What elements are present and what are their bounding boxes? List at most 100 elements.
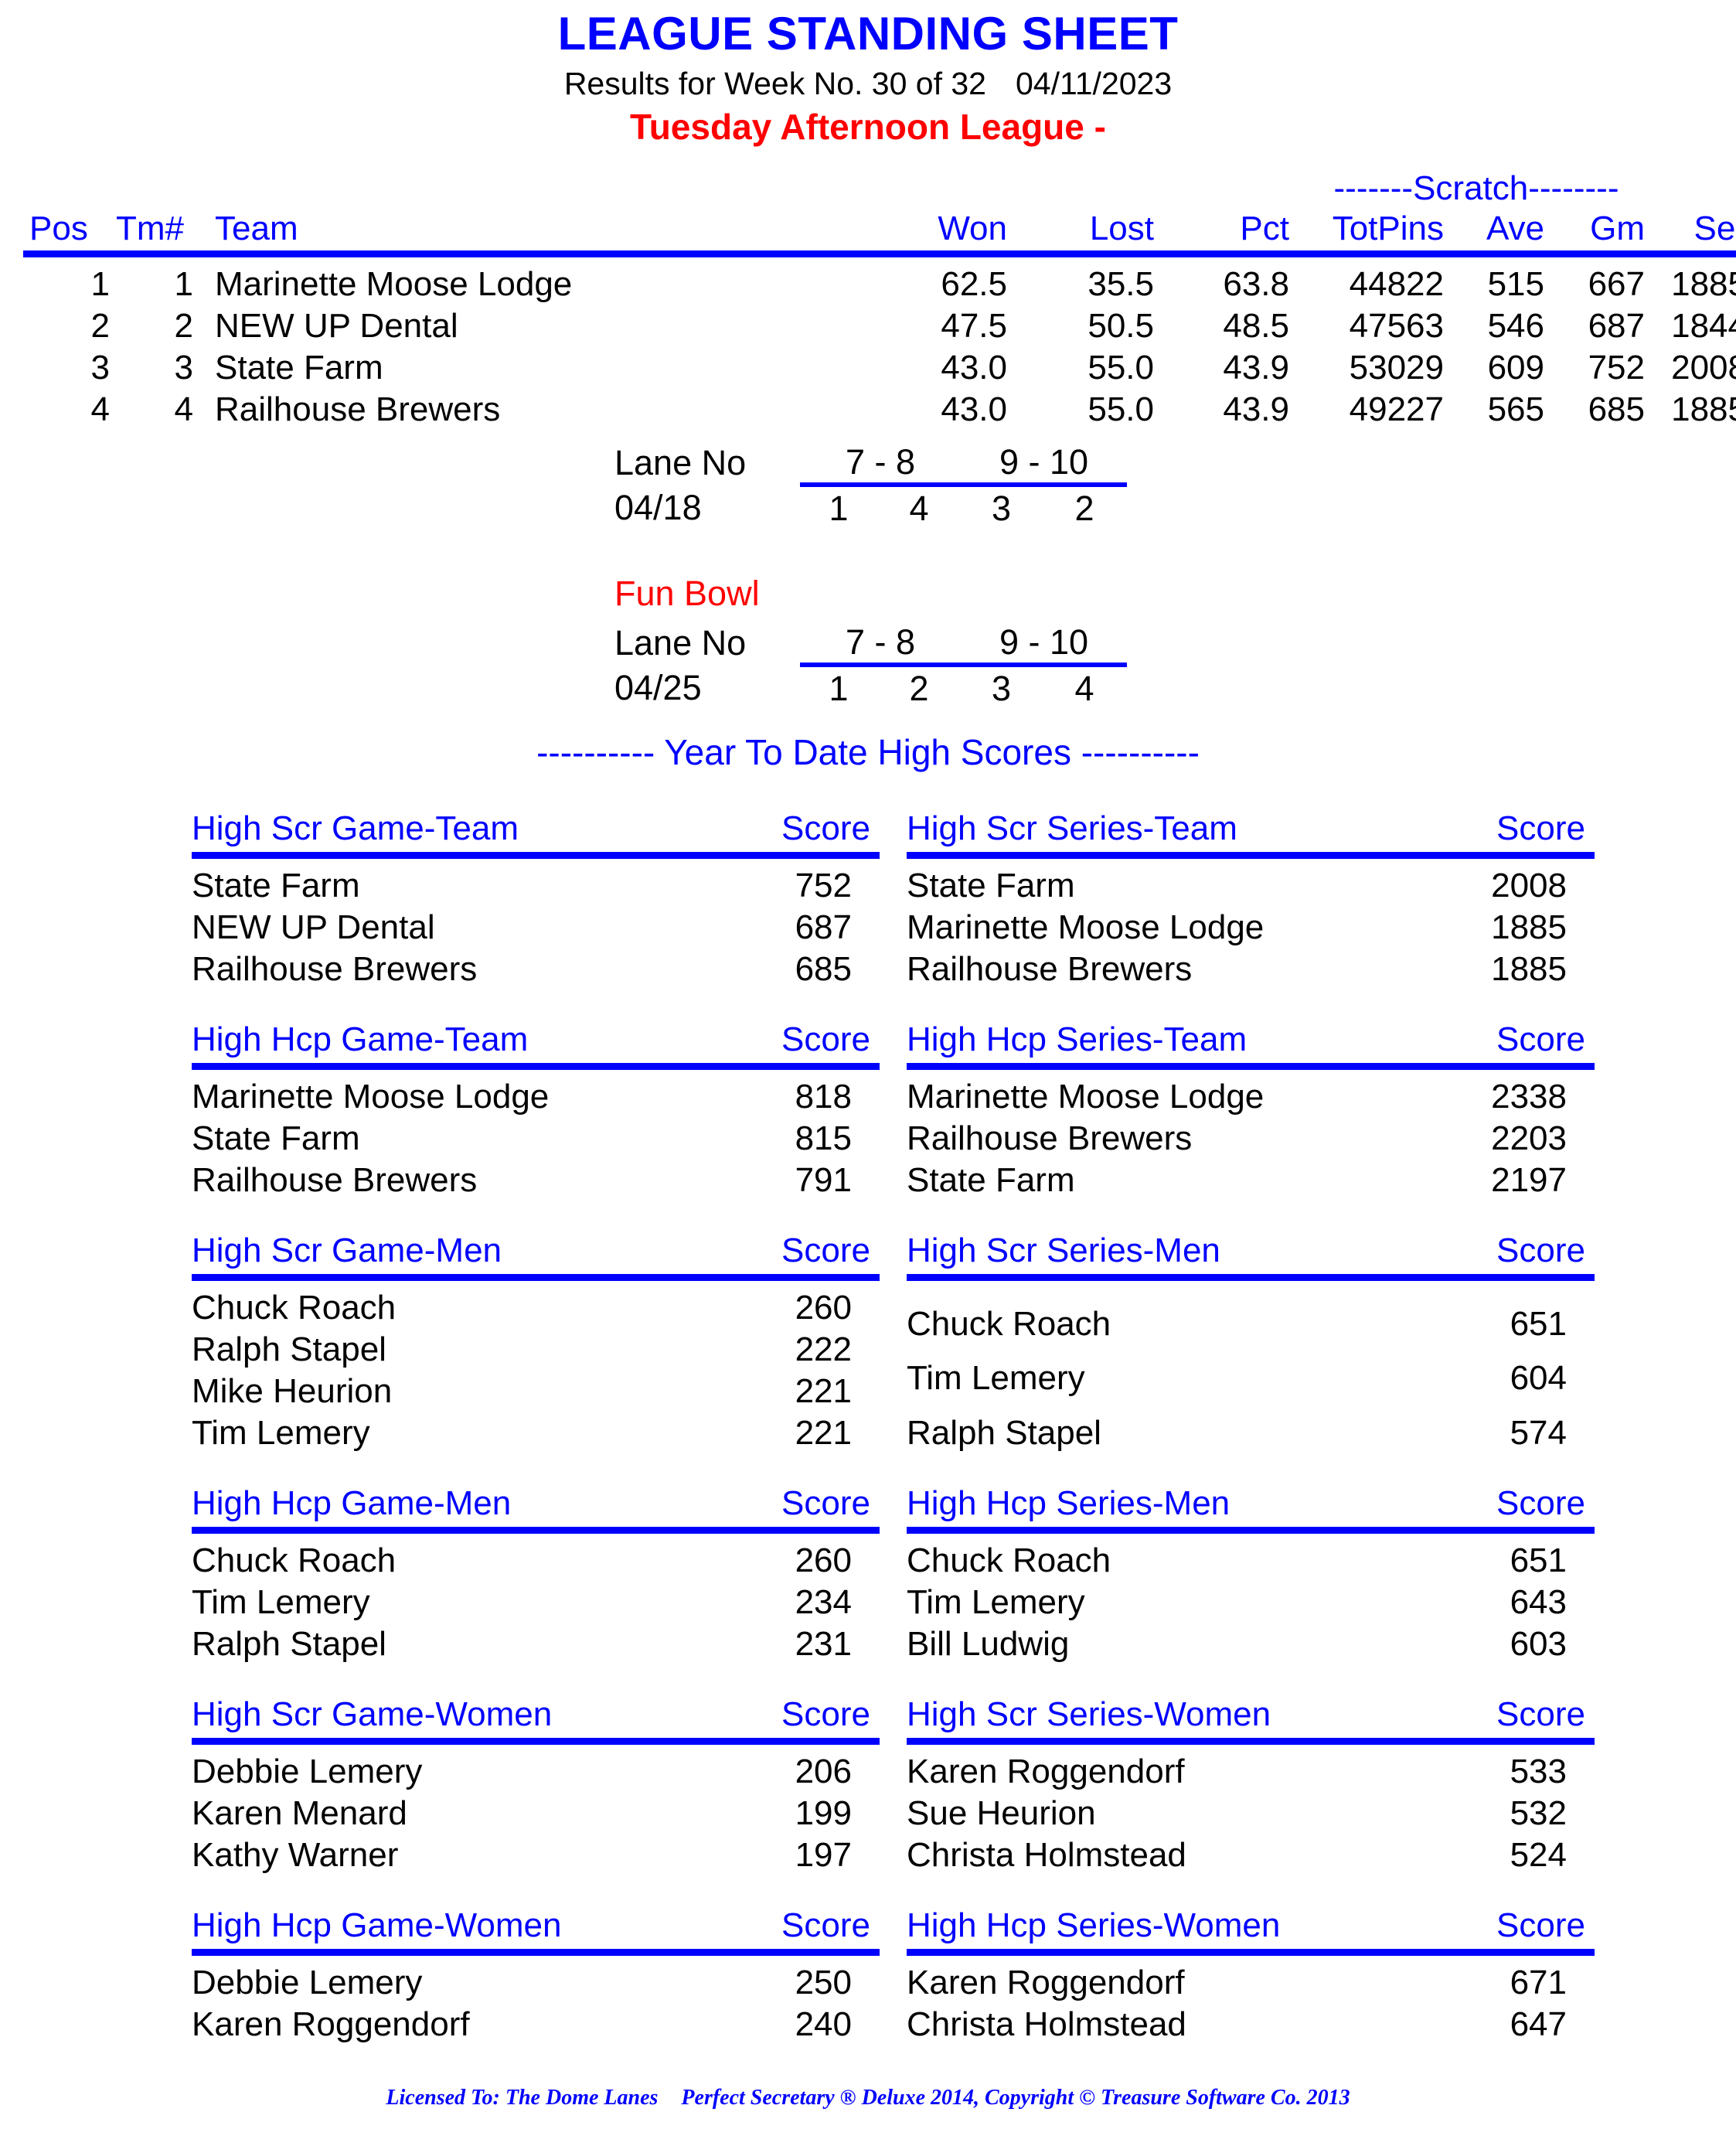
list-item: Debbie Lemery 206: [192, 1742, 880, 1793]
hs-entry-name: Marinette Moose Lodge: [907, 1078, 1265, 1116]
lane-schedule-section: Lane No 7 - 8 9 - 10 04/18 1 4 3 2 Fun B…: [0, 441, 1736, 710]
hs-entry-name: Tim Lemery: [192, 1583, 370, 1621]
hs-entry-name: Debbie Lemery: [192, 1753, 423, 1790]
lane-date-1: 04/18: [614, 487, 702, 527]
hs-title: High Hcp Series-Men: [907, 1487, 1394, 1534]
list-item: Ralph Stapel 574: [907, 1399, 1595, 1454]
high-scr-game-men-table: High Scr Game-Men Score Chuck Roach 260 R…: [192, 1234, 880, 1454]
hs-entry-name: Christa Holmstead: [907, 1836, 1186, 1874]
hs-entry-score: 1885: [1491, 908, 1567, 946]
hs-entry-score: 206: [795, 1753, 852, 1790]
hs-score-header: Score: [1394, 1023, 1595, 1070]
high-scr-game-team-table: High Scr Game-Team Score State Farm 752 N…: [192, 812, 880, 990]
lane-team-1c: 3: [991, 489, 1012, 528]
hs-entry-score: 685: [795, 950, 852, 988]
lane-pair-7-8-2: 7 - 8: [800, 621, 961, 667]
hs-entry-score: 647: [1510, 2005, 1567, 2043]
table-row: 2 2 NEW UP Dental 47.5 50.5 48.5 47563 5…: [23, 305, 1736, 347]
hs-entry-name: Sue Heurion: [907, 1794, 1096, 1832]
cell-lost: 55.0: [1088, 349, 1154, 387]
hs-entry-name: Ralph Stapel: [192, 1625, 386, 1663]
high-hcp-game-women-table: High Hcp Game-Women Score Debbie Lemery 2…: [192, 1909, 880, 2046]
hs-entry-score: 574: [1510, 1414, 1567, 1452]
hs-title: High Scr Series-Men: [907, 1234, 1394, 1281]
list-item: Railhouse Brewers 2203: [907, 1118, 1595, 1160]
list-item: Ralph Stapel 231: [192, 1623, 880, 1665]
list-item: Chuck Roach 260: [192, 1531, 880, 1582]
cell-team: Marinette Moose Lodge: [215, 265, 573, 303]
results-week-text: Results for Week No. 30 of 32: [563, 66, 986, 101]
col-lost: Lost: [1007, 212, 1154, 257]
hs-entry-name: Debbie Lemery: [192, 1964, 423, 2001]
cell-won: 62.5: [941, 265, 1007, 303]
high-scr-series-team-table: High Scr Series-Team Score State Farm 200…: [907, 812, 1595, 990]
hs-entry-name: Karen Roggendorf: [907, 1753, 1185, 1790]
standings-table: Pos Tm# Team Won Lost Pct TotPins Ave Gm…: [23, 212, 1736, 431]
hs-entry-name: Mike Heurion: [192, 1372, 393, 1410]
lane-team-2b: 2: [909, 669, 929, 708]
lane-team-1b: 4: [909, 489, 929, 528]
lane-no-label-1: Lane No: [614, 443, 747, 482]
cell-ser: 1885: [1671, 390, 1736, 428]
hs-entry-score: 199: [795, 1794, 852, 1832]
hs-entry-score: 2197: [1491, 1161, 1567, 1199]
col-pct: Pct: [1154, 212, 1289, 257]
hs-title: High Hcp Game-Men: [192, 1487, 679, 1534]
cell-won: 43.0: [941, 349, 1007, 387]
list-item: Sue Heurion 532: [907, 1793, 1595, 1834]
cell-ser: 1844: [1671, 307, 1736, 345]
hs-score-header: Score: [1394, 1909, 1595, 1956]
hs-entry-score: 524: [1510, 1836, 1567, 1874]
page-title: LEAGUE STANDING SHEET: [557, 8, 1179, 60]
page-footer: Licensed To: The Dome Lanes Perfect Secre…: [0, 2087, 1736, 2109]
hs-title: High Scr Game-Men: [192, 1234, 679, 1281]
list-item: NEW UP Dental 687: [192, 907, 880, 949]
hs-entry-score: 2203: [1491, 1119, 1567, 1157]
hs-entry-score: 791: [795, 1161, 852, 1199]
high-hcp-game-team-table: High Hcp Game-Team Score Marinette Moose…: [192, 1023, 880, 1201]
list-item: Chuck Roach 651: [907, 1531, 1595, 1582]
lane-team-2d: 4: [1074, 669, 1094, 708]
col-ser: Ser: [1645, 212, 1736, 257]
hs-score-header: Score: [679, 1698, 880, 1745]
hs-title: High Hcp Game-Women: [192, 1909, 679, 1956]
hs-entry-name: Railhouse Brewers: [192, 950, 478, 988]
list-item: Tim Lemery 643: [907, 1582, 1595, 1623]
hs-entry-name: Marinette Moose Lodge: [192, 1078, 550, 1116]
list-item: Karen Menard 199: [192, 1793, 880, 1834]
lane-table-1: Lane No 7 - 8 9 - 10 04/18 1 4 3 2: [614, 441, 1127, 530]
list-item: Marinette Moose Lodge 2338: [907, 1067, 1595, 1119]
hs-entry-score: 533: [1510, 1753, 1567, 1790]
list-item: Debbie Lemery 250: [192, 1953, 880, 2005]
cell-tm: 1: [174, 265, 193, 303]
hs-title: High Scr Series-Women: [907, 1698, 1394, 1745]
table-row: 4 4 Railhouse Brewers 43.0 55.0 43.9 492…: [23, 389, 1736, 431]
list-item: Karen Roggendorf 533: [907, 1742, 1595, 1793]
lane-venue-name: Fun Bowl: [614, 574, 760, 613]
hs-entry-name: Karen Roggendorf: [192, 2005, 470, 2043]
hs-entry-name: Railhouse Brewers: [907, 1119, 1193, 1157]
cell-gm: 685: [1588, 390, 1645, 428]
list-item: Ralph Stapel 222: [192, 1329, 880, 1371]
cell-ave: 565: [1487, 390, 1544, 428]
hs-score-header: Score: [679, 1023, 880, 1070]
results-date: 04/11/2023: [1016, 66, 1173, 101]
lane-schedule-block-2: Fun Bowl Lane No 7 - 8 9 - 10 04/25 1 2 …: [0, 576, 1736, 710]
lane-team-1d: 2: [1074, 489, 1094, 528]
hs-score-header: Score: [679, 1909, 880, 1956]
cell-tm: 2: [174, 307, 193, 345]
hs-entry-score: 604: [1510, 1359, 1567, 1398]
hs-entry-score: 260: [795, 1541, 852, 1579]
hs-entry-score: 221: [795, 1414, 852, 1452]
cell-pos: 1: [90, 265, 110, 303]
hs-entry-score: 2008: [1491, 867, 1567, 904]
hs-entry-name: Kathy Warner: [192, 1836, 399, 1874]
hs-entry-name: Ralph Stapel: [192, 1330, 386, 1368]
hs-entry-score: 818: [795, 1078, 852, 1116]
col-won: Won: [856, 212, 1007, 257]
high-score-pair: High Scr Game-Women Score Debbie Lemery 2…: [192, 1698, 1736, 1876]
hs-entry-name: Tim Lemery: [192, 1414, 370, 1452]
cell-pos: 2: [90, 307, 110, 345]
hs-score-header: Score: [679, 1234, 880, 1281]
hs-score-header: Score: [679, 812, 880, 859]
